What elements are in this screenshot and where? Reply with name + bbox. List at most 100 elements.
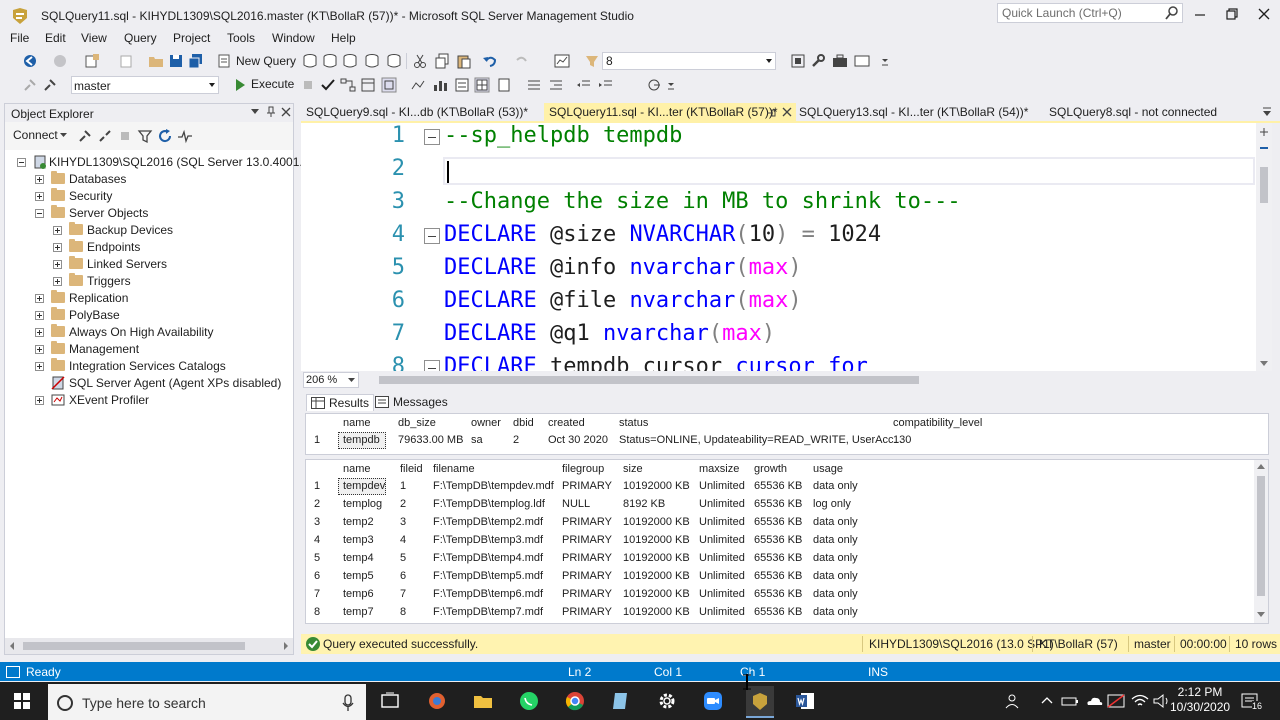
table-cell[interactable]: F:\TempDB\temp2.mdf bbox=[433, 516, 543, 528]
table-cell[interactable]: Status=ONLINE, Updateability=READ_WRITE,… bbox=[619, 434, 903, 446]
increase-indent-icon[interactable] bbox=[598, 77, 614, 93]
scrollbar-thumb[interactable] bbox=[379, 376, 919, 384]
table-cell[interactable]: 65536 KB bbox=[754, 588, 802, 600]
refresh-icon[interactable] bbox=[157, 128, 173, 144]
people-icon[interactable] bbox=[1004, 691, 1024, 711]
menu-query[interactable]: Query bbox=[124, 31, 157, 45]
table-cell[interactable]: 10192000 KB bbox=[623, 480, 690, 492]
live-query-stats-icon[interactable] bbox=[410, 77, 426, 93]
properties-wrench-icon[interactable] bbox=[810, 53, 826, 69]
table-cell[interactable]: tempdb bbox=[343, 434, 380, 446]
expand-icon[interactable] bbox=[53, 243, 62, 252]
expand-icon[interactable] bbox=[35, 362, 44, 371]
column-header[interactable]: dbid bbox=[513, 417, 534, 429]
zoom-combo[interactable]: 206 % bbox=[303, 372, 359, 388]
analysis-xmla-query-icon[interactable] bbox=[364, 53, 380, 69]
table-cell[interactable]: PRIMARY bbox=[562, 552, 612, 564]
row-number[interactable]: 8 bbox=[314, 606, 320, 618]
undo-icon[interactable] bbox=[482, 53, 498, 69]
minimize-button[interactable] bbox=[1192, 6, 1208, 22]
redo-icon[interactable] bbox=[514, 53, 530, 69]
tab-sqlquery8[interactable]: SQLQuery8.sql - not connected bbox=[1044, 103, 1222, 122]
collapse-icon[interactable] bbox=[35, 209, 44, 218]
editor-hscrollbar[interactable] bbox=[367, 376, 1257, 384]
menu-file[interactable]: File bbox=[10, 31, 29, 45]
uncomment-icon[interactable] bbox=[548, 77, 564, 93]
network-icon[interactable] bbox=[1130, 691, 1150, 711]
scroll-down-icon[interactable] bbox=[1260, 361, 1268, 367]
table-cell[interactable]: Unlimited bbox=[699, 552, 745, 564]
microphone-icon[interactable] bbox=[342, 694, 354, 712]
query-editor[interactable]: 1 --sp_helpdb tempdb 2 3 --Change the size i… bbox=[301, 123, 1272, 371]
decrease-indent-icon[interactable] bbox=[576, 77, 592, 93]
row-number[interactable]: 3 bbox=[314, 516, 320, 528]
collapse-region-icon[interactable] bbox=[424, 129, 440, 145]
scrollbar-thumb[interactable] bbox=[1260, 167, 1268, 203]
expand-icon[interactable] bbox=[53, 260, 62, 269]
client-statistics-icon[interactable] bbox=[432, 77, 448, 93]
tree-node-server[interactable]: KIHYDL1309\SQL2016 (SQL Server 13.0.4001… bbox=[17, 154, 335, 171]
table-cell[interactable]: sa bbox=[471, 434, 483, 446]
table-cell[interactable]: F:\TempDB\temp3.mdf bbox=[433, 534, 543, 546]
table-cell[interactable]: tempdev bbox=[343, 480, 385, 492]
chevron-up-icon[interactable] bbox=[1040, 691, 1060, 711]
change-connection-icon[interactable] bbox=[42, 77, 58, 93]
expand-icon[interactable] bbox=[35, 192, 44, 201]
table-cell[interactable]: PRIMARY bbox=[562, 534, 612, 546]
table-cell[interactable]: 8192 KB bbox=[623, 498, 665, 510]
tab-close-icon[interactable] bbox=[782, 107, 792, 117]
taskbar-clock[interactable]: 2:12 PM 10/30/2020 bbox=[1170, 685, 1230, 715]
table-cell[interactable]: data only bbox=[813, 480, 858, 492]
table-cell[interactable]: temp2 bbox=[343, 516, 374, 528]
new-project-icon[interactable] bbox=[84, 53, 100, 69]
table-cell[interactable]: 10192000 KB bbox=[623, 552, 690, 564]
table-cell[interactable]: 65536 KB bbox=[754, 480, 802, 492]
execute-play-icon[interactable] bbox=[232, 77, 248, 93]
column-header[interactable]: size bbox=[623, 463, 643, 475]
tree-node-backup-devices[interactable]: Backup Devices bbox=[53, 222, 283, 239]
column-header[interactable]: owner bbox=[471, 417, 501, 429]
whatsapp-icon[interactable] bbox=[519, 691, 539, 711]
table-cell[interactable]: Unlimited bbox=[699, 480, 745, 492]
find-icon[interactable] bbox=[584, 53, 600, 69]
table-cell[interactable]: 10192000 KB bbox=[623, 516, 690, 528]
scroll-left-icon[interactable] bbox=[9, 642, 15, 650]
app-tray-icon[interactable] bbox=[1106, 691, 1126, 711]
parse-checkmark-icon[interactable] bbox=[320, 77, 336, 93]
save-all-icon[interactable] bbox=[188, 53, 204, 69]
menu-project[interactable]: Project bbox=[173, 31, 210, 45]
table-cell[interactable]: F:\TempDB\temp6.mdf bbox=[433, 588, 543, 600]
menu-tools[interactable]: Tools bbox=[227, 31, 255, 45]
table-cell[interactable]: 10192000 KB bbox=[623, 534, 690, 546]
table-cell[interactable]: data only bbox=[813, 570, 858, 582]
paste-icon[interactable] bbox=[456, 53, 472, 69]
app-icon-2[interactable] bbox=[611, 691, 631, 711]
volume-icon[interactable] bbox=[1152, 691, 1172, 711]
tree-node-server-objects[interactable]: Server Objects bbox=[35, 205, 275, 222]
panel-dropdown-icon[interactable] bbox=[251, 109, 259, 115]
scroll-right-icon[interactable] bbox=[283, 642, 289, 650]
cut-icon[interactable] bbox=[412, 53, 428, 69]
find-combo[interactable]: 8 bbox=[602, 52, 776, 70]
table-cell[interactable]: 130 bbox=[893, 434, 911, 446]
task-view-icon[interactable] bbox=[380, 691, 400, 711]
table-cell[interactable]: templog bbox=[343, 498, 382, 510]
table-cell[interactable]: 5 bbox=[400, 552, 406, 564]
table-cell[interactable]: temp4 bbox=[343, 552, 374, 564]
notification-center-icon[interactable]: 16 bbox=[1240, 691, 1263, 711]
collapse-region-icon[interactable] bbox=[424, 360, 440, 371]
tree-node-polybase[interactable]: PolyBase bbox=[35, 307, 275, 324]
results-grid-1[interactable]: name db_size owner dbid created status compati… bbox=[305, 413, 1269, 455]
table-cell[interactable]: Unlimited bbox=[699, 606, 745, 618]
word-icon[interactable] bbox=[795, 691, 815, 711]
tab-list-dropdown-icon[interactable] bbox=[1261, 105, 1273, 119]
database-engine-query-icon[interactable] bbox=[302, 53, 318, 69]
split-editor-icon[interactable] bbox=[1259, 127, 1269, 137]
row-number[interactable]: 1 bbox=[314, 434, 320, 446]
column-header[interactable]: filegroup bbox=[562, 463, 604, 475]
table-cell[interactable]: 7 bbox=[400, 588, 406, 600]
table-cell[interactable]: F:\TempDB\templog.ldf bbox=[433, 498, 545, 510]
table-cell[interactable]: NULL bbox=[562, 498, 590, 510]
tab-messages[interactable]: Messages bbox=[371, 394, 452, 410]
table-cell[interactable]: 65536 KB bbox=[754, 534, 802, 546]
